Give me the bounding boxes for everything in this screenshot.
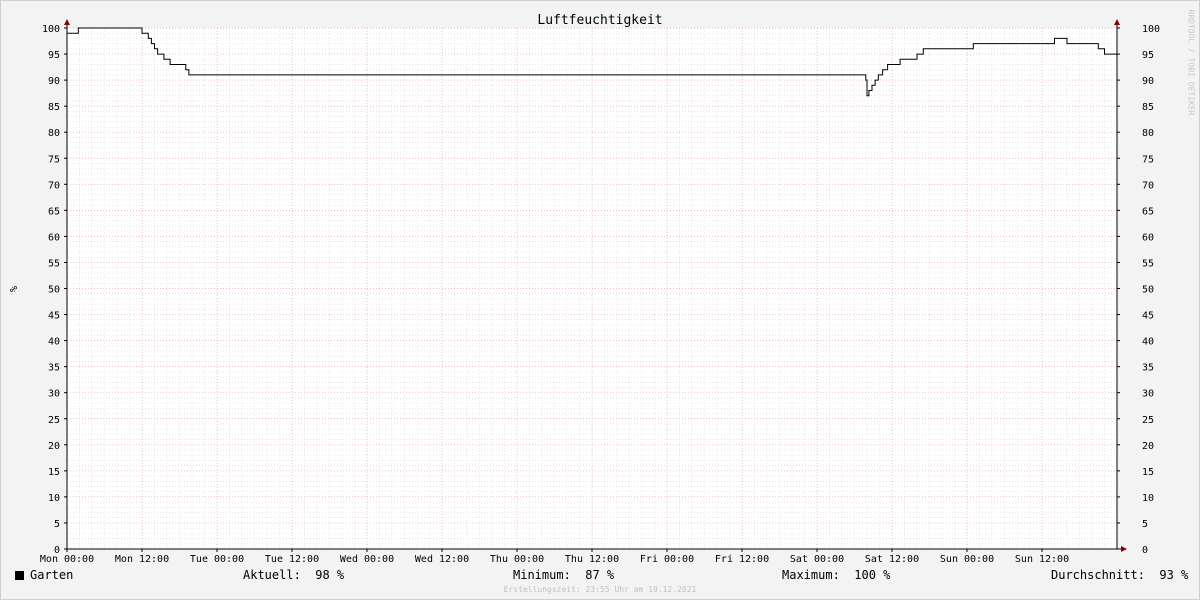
x-tick-label: Thu 00:00 <box>490 554 544 565</box>
y-tick-labels-right: 0 5 10 15 20 25 30 35 40 45 50 55 60 65 70 75 80 85 90 95 10… <box>1142 24 1160 556</box>
y-tick-labels-left: 0510152025303540455055606570758085909510… <box>42 24 60 556</box>
y-tick-label: 25 <box>48 415 60 426</box>
y-tick-label: 45 <box>1142 311 1154 322</box>
y-tick-label: 95 <box>48 50 60 61</box>
y-tick-label: 80 <box>48 128 60 139</box>
y-tick-label: 80 <box>1142 128 1154 139</box>
y-tick-label: 30 <box>1142 389 1154 400</box>
y-tick-label: 70 <box>1142 180 1154 191</box>
y-tick-label: 85 <box>48 102 60 113</box>
y-tick-label: 90 <box>48 76 60 87</box>
y-tick-label: 100 <box>1142 24 1160 35</box>
legend-series: Garten <box>15 568 73 582</box>
y-tick-label: 55 <box>1142 258 1154 269</box>
y-tick-label: 85 <box>1142 102 1154 113</box>
x-tick-label: Thu 12:00 <box>565 554 619 565</box>
minimum-label: Minimum: <box>513 568 571 582</box>
y-tick-label: 50 <box>1142 285 1154 296</box>
y-tick-label: 75 <box>48 154 60 165</box>
y-tick-label: 65 <box>1142 206 1154 217</box>
maximum-label: Maximum: <box>782 568 840 582</box>
x-tick-label: Sun 00:00 <box>940 554 994 565</box>
y-axis-arrow-left <box>64 19 70 25</box>
y-tick-label: 40 <box>48 337 60 348</box>
y-tick-label: 10 <box>48 493 60 504</box>
maximum-value: 100 % <box>854 568 891 582</box>
x-tick-label: Mon 12:00 <box>115 554 169 565</box>
durchschnitt-label: Durchschnitt: <box>1051 568 1145 582</box>
legend-minimum: Minimum: 87 % <box>513 568 614 582</box>
creation-time: Erstellungszeit: 23:55 Uhr am 19.12.2021 <box>503 585 697 594</box>
y-tick-label: 60 <box>48 232 60 243</box>
x-tick-label: Fri 12:00 <box>715 554 769 565</box>
y-tick-label: 25 <box>1142 415 1154 426</box>
x-tick-label: Sat 00:00 <box>790 554 844 565</box>
minimum-value: 87 % <box>585 568 615 582</box>
x-tick-label: Wed 12:00 <box>415 554 469 565</box>
humidity-chart: 0 5 10 15 20 25 30 35 40 45 50 55 60 65 70 75 80 85 90 95 10… <box>7 13 1160 565</box>
x-tick-label: Fri 00:00 <box>640 554 694 565</box>
x-axis-arrow <box>1121 546 1127 552</box>
y-tick-label: 15 <box>1142 467 1154 478</box>
y-tick-label: 5 <box>1142 519 1148 530</box>
x-tick-label: Sun 12:00 <box>1015 554 1069 565</box>
y-tick-label: 20 <box>48 441 60 452</box>
y-tick-label: 90 <box>1142 76 1154 87</box>
legend-aktuell: Aktuell: 98 % <box>243 568 344 582</box>
y-axis-label: % <box>7 286 18 292</box>
y-axis-arrow-right <box>1114 19 1120 25</box>
y-tick-label: 55 <box>48 258 60 269</box>
legend-swatch <box>15 571 24 580</box>
y-tick-label: 30 <box>48 389 60 400</box>
x-tick-labels: Mon 00:00 Mon 12:00 Tue 00:00 Tue 12:00 Wed … <box>40 554 1069 565</box>
x-tick-label: Mon 00:00 <box>40 554 94 565</box>
y-tick-label: 50 <box>48 285 60 296</box>
chart-title: Luftfeuchtigkeit <box>537 13 662 28</box>
y-tick-label: 70 <box>48 180 60 191</box>
x-tick-label: Tue 12:00 <box>265 554 319 565</box>
legend-maximum: Maximum: 100 % <box>782 568 890 582</box>
y-tick-label: 0 <box>1142 545 1148 556</box>
y-tick-label: 5 <box>54 519 60 530</box>
aktuell-value: 98 % <box>315 568 345 582</box>
aktuell-label: Aktuell: <box>243 568 301 582</box>
y-tick-label: 75 <box>1142 154 1154 165</box>
y-tick-label: 35 <box>48 363 60 374</box>
x-tick-label: Wed 00:00 <box>340 554 394 565</box>
legend-series-name: Garten <box>30 568 74 582</box>
y-tick-label: 65 <box>48 206 60 217</box>
y-tick-label: 15 <box>48 467 60 478</box>
y-tick-label: 20 <box>1142 441 1154 452</box>
legend-durchschnitt: Durchschnitt: 93 % <box>1051 568 1188 582</box>
x-tick-label: Tue 00:00 <box>190 554 244 565</box>
y-tick-label: 35 <box>1142 363 1154 374</box>
y-tick-label: 95 <box>1142 50 1154 61</box>
rrdtool-credit: RRDTOOL / TOBI OETIKER <box>1186 9 1196 116</box>
y-tick-label: 60 <box>1142 232 1154 243</box>
y-tick-label: 45 <box>48 311 60 322</box>
y-tick-label: 40 <box>1142 337 1154 348</box>
y-tick-label: 100 <box>42 24 60 35</box>
x-tick-label: Sat 12:00 <box>865 554 919 565</box>
durchschnitt-value: 93 % <box>1159 568 1189 582</box>
y-tick-label: 10 <box>1142 493 1154 504</box>
